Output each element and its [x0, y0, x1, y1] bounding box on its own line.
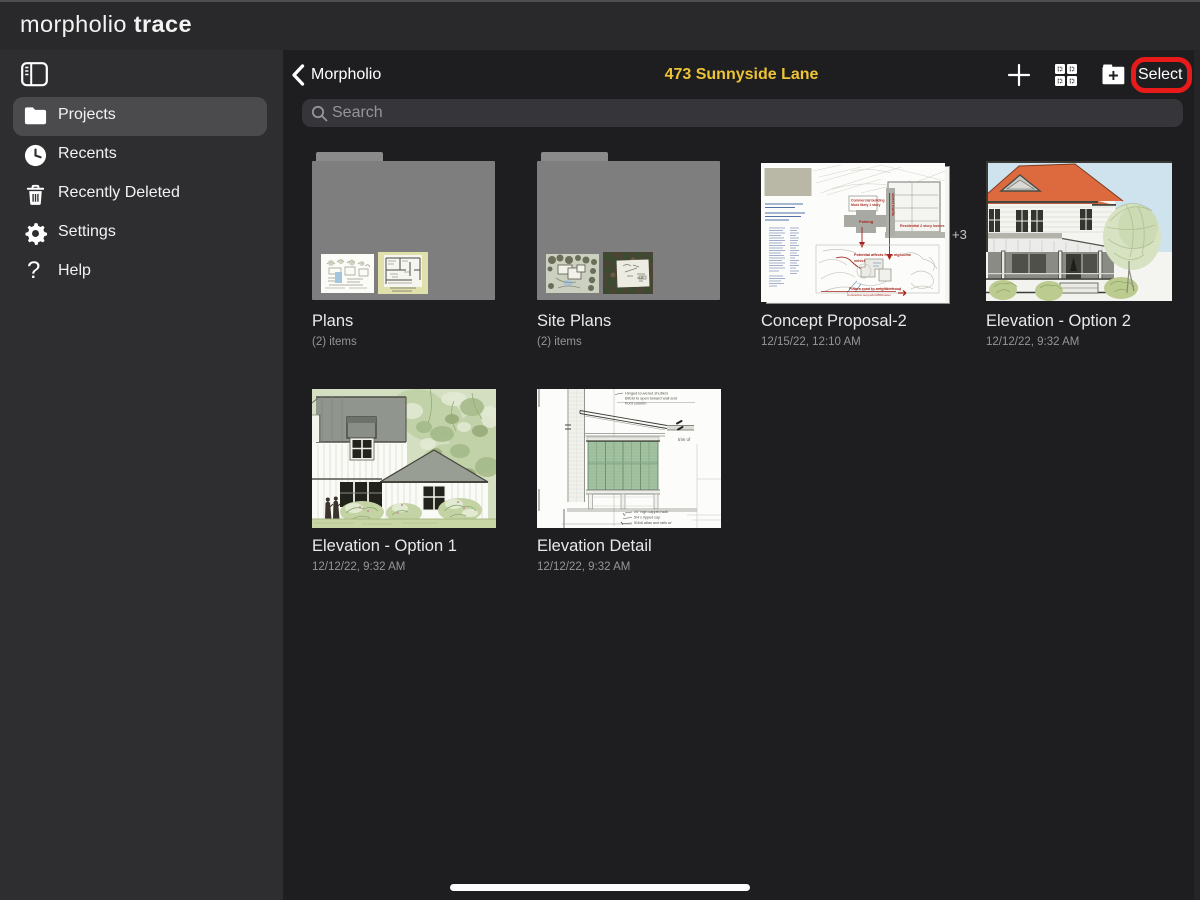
- svg-text:Parking: Parking: [859, 219, 874, 224]
- svg-text:Contraction tempo/km4500meter: Contraction tempo/km4500meter: [847, 293, 891, 297]
- svg-text:Potential affects from nightti: Potential affects from nighttime: [854, 253, 911, 257]
- svg-text:street traffic: street traffic: [891, 193, 896, 217]
- svg-text:Commercial building: Commercial building: [851, 199, 885, 203]
- svg-text:trim of: trim of: [678, 437, 691, 442]
- svg-text:Most likely 1 story: Most likely 1 story: [851, 203, 881, 207]
- svg-text:24" high capped wall: 24" high capped wall: [634, 510, 668, 514]
- svg-text:Residential 2 story homes: Residential 2 story homes: [900, 224, 945, 228]
- svg-text:5/4x6 atlas and rails w/: 5/4x6 atlas and rails w/: [634, 521, 672, 525]
- svg-text:5/4 x ripped cap: 5/4 x ripped cap: [634, 516, 660, 520]
- svg-text:Future road to neighborhood: Future road to neighborhood: [849, 287, 902, 291]
- svg-text:front column: front column: [625, 401, 646, 406]
